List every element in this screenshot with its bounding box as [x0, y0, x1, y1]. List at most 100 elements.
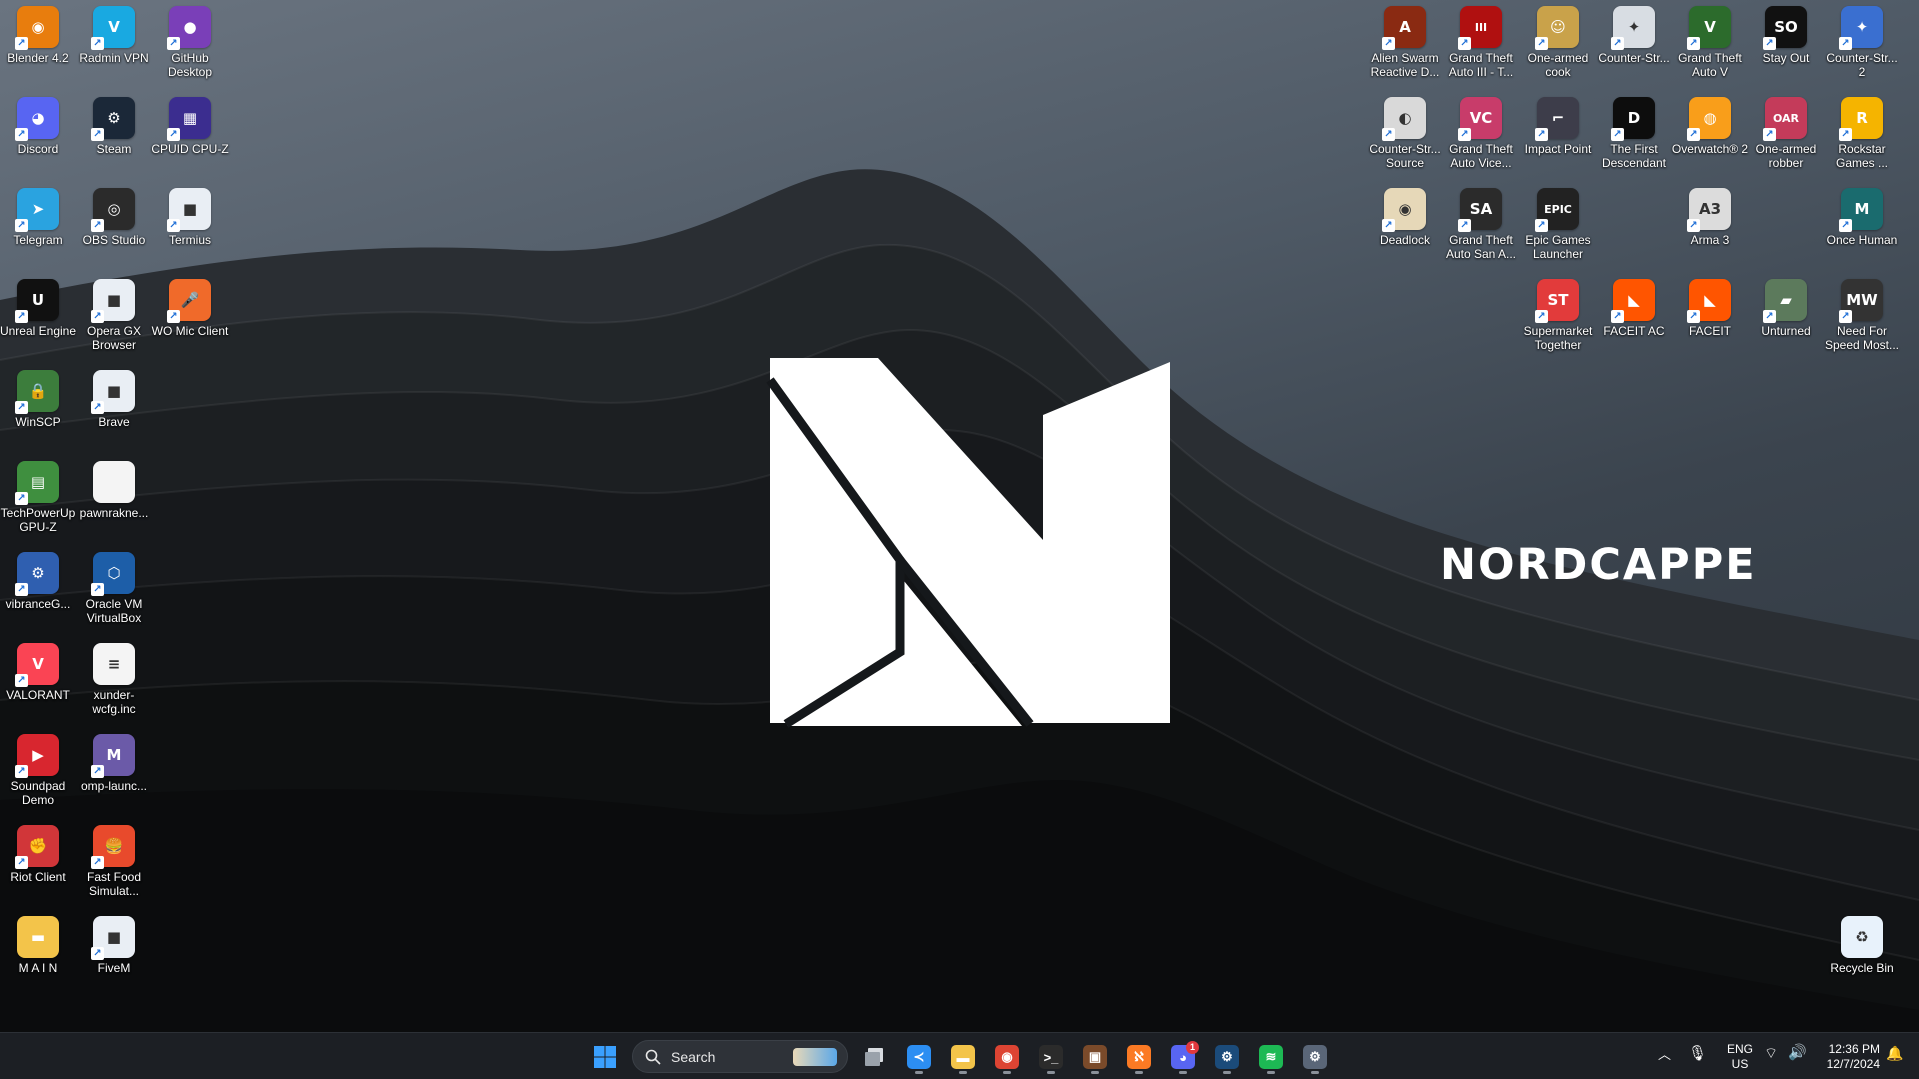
epic-games-icon: EPIC ↗: [1535, 188, 1579, 232]
search-highlight-icon: [793, 1048, 837, 1066]
taskbar-search[interactable]: Search: [632, 1040, 848, 1073]
desktop-icon-one-armed-robber[interactable]: OAR ↗ One-armed robber: [1748, 97, 1824, 185]
language-indicator[interactable]: ENG US: [1722, 1042, 1758, 1072]
spotify-button[interactable]: ≋: [1253, 1039, 1289, 1075]
desktop-icon-winscp[interactable]: 🔒 ↗ WinSCP: [0, 370, 76, 458]
desktop-icon-soundpad[interactable]: ▶ ↗ Soundpad Demo: [0, 734, 76, 822]
desktop-icon-epic-games[interactable]: EPIC ↗ Epic Games Launcher: [1520, 188, 1596, 276]
taskbar-icon-glyph: ⚙: [1309, 1049, 1321, 1064]
desktop-icon-wo-mic[interactable]: 🎤 ↗ WO Mic Client: [152, 279, 228, 367]
show-hidden-icons-button[interactable]: ︿: [1658, 1047, 1671, 1063]
desktop-icon-counter-strike[interactable]: ✦ ↗ Counter-Str...: [1596, 6, 1672, 94]
chrome-button[interactable]: ◉: [989, 1039, 1025, 1075]
wifi-icon[interactable]: ⌔: [1764, 1046, 1778, 1061]
desktop-icon-virtualbox[interactable]: ⬡ ↗ Oracle VM VirtualBox: [76, 552, 152, 640]
desktop-icon-first-descendant[interactable]: D ↗ The First Descendant: [1596, 97, 1672, 185]
shortcut-arrow-icon: ↗: [1458, 219, 1471, 232]
desktop: NORDCAPPE ◉ ↗ Blender 4.2 V ↗ Radmin VPN ● ↗ Git…: [0, 0, 1919, 1032]
desktop-icon-arma-3[interactable]: A3 ↗ Arma 3: [1672, 188, 1748, 276]
running-indicator: [1223, 1071, 1231, 1074]
notification-icon[interactable]: 🔔: [1886, 1046, 1903, 1061]
desktop-icon-gta-iii[interactable]: III ↗ Grand Theft Auto III - T...: [1443, 6, 1519, 94]
desktop-icon-omp-launcher[interactable]: M ↗ omp-launc...: [76, 734, 152, 822]
running-indicator: [959, 1071, 967, 1074]
game-app-button[interactable]: ▣: [1077, 1039, 1113, 1075]
desktop-icon-gpu-z[interactable]: ▤ ↗ TechPowerUp GPU-Z: [0, 461, 76, 549]
desktop-icon-unturned[interactable]: ▰ ↗ Unturned: [1748, 279, 1824, 367]
steam-button[interactable]: ⚙: [1209, 1039, 1245, 1075]
clock-date: 12/7/2024: [1826, 1057, 1880, 1071]
overwatch-icon: ◍ ↗: [1687, 97, 1731, 141]
desktop-icon-overwatch[interactable]: ◍ ↗ Overwatch® 2: [1672, 97, 1748, 185]
desktop-icon-label: Radmin VPN: [79, 51, 149, 65]
desktop-icon-gta-san-andreas[interactable]: SA ↗ Grand Theft Auto San A...: [1443, 188, 1519, 276]
desktop-icon-label: One-armed cook: [1527, 51, 1589, 79]
desktop-icon-steam[interactable]: ⚙ ↗ Steam: [76, 97, 152, 185]
shortcut-arrow-icon: ↗: [91, 401, 104, 414]
desktop-icon-faceit-ac[interactable]: ◣ ↗ FACEIT AC: [1596, 279, 1672, 367]
icon-glyph: M: [106, 746, 122, 764]
desktop-icon-gta-v[interactable]: V ↗ Grand Theft Auto V: [1672, 6, 1748, 94]
desktop-icon-vibrance-gui[interactable]: ⚙ ↗ vibranceG...: [0, 552, 76, 640]
desktop-icon-brave[interactable]: ■ ↗ Brave: [76, 370, 152, 458]
start-button[interactable]: [587, 1039, 623, 1075]
desktop-icon-folder[interactable]: ▬ M A I N: [0, 916, 76, 1004]
desktop-icon-obs-studio[interactable]: ◎ ↗ OBS Studio: [76, 188, 152, 276]
desktop-icon-telegram[interactable]: ➤ ↗ Telegram: [0, 188, 76, 276]
volume-icon[interactable]: 🔊: [1788, 1045, 1807, 1060]
icon-glyph: ■: [106, 291, 122, 309]
shortcut-arrow-icon: ↗: [91, 765, 104, 778]
desktop-icon-gta-vice-city[interactable]: VC ↗ Grand Theft Auto Vice...: [1443, 97, 1519, 185]
vscode-button[interactable]: ≺: [901, 1039, 937, 1075]
icon-glyph: 🎤: [180, 291, 200, 309]
desktop-icon-one-armed-cook[interactable]: ☺ ↗ One-armed cook: [1520, 6, 1596, 94]
taskbar-icon-glyph: ▣: [1088, 1049, 1102, 1064]
desktop-icon-fast-food-simulator[interactable]: 🍔 ↗ Fast Food Simulat...: [76, 825, 152, 913]
clock[interactable]: 12:36 PM 12/7/2024: [1812, 1042, 1880, 1072]
microphone-icon[interactable]: 🎙: [1688, 1046, 1707, 1061]
deadlock-icon: ◉ ↗: [1382, 188, 1426, 232]
desktop-icon-label: Grand Theft Auto San A...: [1445, 233, 1517, 261]
desktop-icon-radmin-vpn[interactable]: V ↗ Radmin VPN: [76, 6, 152, 94]
desktop-icon-alien-swarm[interactable]: A ↗ Alien Swarm Reactive D...: [1367, 6, 1443, 94]
settings-button[interactable]: ⚙: [1297, 1039, 1333, 1075]
desktop-icon-file[interactable]: pawnrakne...: [76, 461, 152, 549]
desktop-icon-label: omp-launc...: [80, 779, 148, 793]
desktop-icon-recycle-bin[interactable]: ♻ Recycle Bin: [1824, 916, 1900, 1004]
desktop-icon-label: Steam: [96, 142, 132, 156]
desktop-icon-riot-client[interactable]: ✊ ↗ Riot Client: [0, 825, 76, 913]
shortcut-arrow-icon: ↗: [1687, 37, 1700, 50]
desktop-icon-text-file[interactable]: ≡ xunder-wcfg.inc: [76, 643, 152, 731]
desktop-icon-blender[interactable]: ◉ ↗ Blender 4.2: [0, 6, 76, 94]
desktop-icon-deadlock[interactable]: ◉ ↗ Deadlock: [1367, 188, 1443, 276]
desktop-icon-impact-point[interactable]: ⌐ ↗ Impact Point: [1520, 97, 1596, 185]
desktop-icon-discord[interactable]: ◕ ↗ Discord: [0, 97, 76, 185]
desktop-icon-stay-out[interactable]: SO ↗ Stay Out: [1748, 6, 1824, 94]
icon-glyph: III: [1474, 20, 1488, 34]
desktop-icon-opera-gx[interactable]: ■ ↗ Opera GX Browser: [76, 279, 152, 367]
search-icon: [645, 1049, 661, 1065]
gpu-z-icon: ▤ ↗: [15, 461, 59, 505]
desktop-icon-once-human[interactable]: M ↗ Once Human: [1824, 188, 1900, 276]
desktop-icon-unreal-engine[interactable]: U ↗ Unreal Engine: [0, 279, 76, 367]
task-view-button[interactable]: [857, 1039, 893, 1075]
icon-glyph: ◣: [1628, 291, 1640, 309]
terminal-button[interactable]: >_: [1033, 1039, 1069, 1075]
desktop-icon-rockstar[interactable]: R ↗ Rockstar Games ...: [1824, 97, 1900, 185]
desktop-icon-github-desktop[interactable]: ● ↗ GitHub Desktop: [152, 6, 228, 94]
icon-glyph: ◎: [107, 200, 121, 218]
desktop-icon-cpu-z[interactable]: ▦ ↗ CPUID CPU-Z: [151, 97, 229, 185]
xampp-button[interactable]: ℵ: [1121, 1039, 1157, 1075]
desktop-icon-valorant[interactable]: V ↗ VALORANT: [0, 643, 76, 731]
desktop-icon-termius[interactable]: ■ ↗ Termius: [152, 188, 228, 276]
desktop-icon-nfs-most-wanted[interactable]: MW ↗ Need For Speed Most...: [1824, 279, 1900, 367]
desktop-icon-fivem[interactable]: ■ ↗ FiveM: [76, 916, 152, 1004]
desktop-icon-label: xunder-wcfg.inc: [92, 688, 136, 716]
desktop-icon-faceit[interactable]: ◣ ↗ FACEIT: [1672, 279, 1748, 367]
file-explorer-button[interactable]: ▬: [945, 1039, 981, 1075]
desktop-icon-label: Stay Out: [1762, 51, 1810, 65]
desktop-icon-cs-source[interactable]: ◐ ↗ Counter-Str... Source: [1367, 97, 1443, 185]
desktop-icon-cs2[interactable]: ✦ ↗ Counter-Str... 2: [1824, 6, 1900, 94]
desktop-icon-supermarket-together[interactable]: ST ↗ Supermarket Together: [1520, 279, 1596, 367]
discord-button[interactable]: ◕ 1: [1165, 1039, 1201, 1075]
